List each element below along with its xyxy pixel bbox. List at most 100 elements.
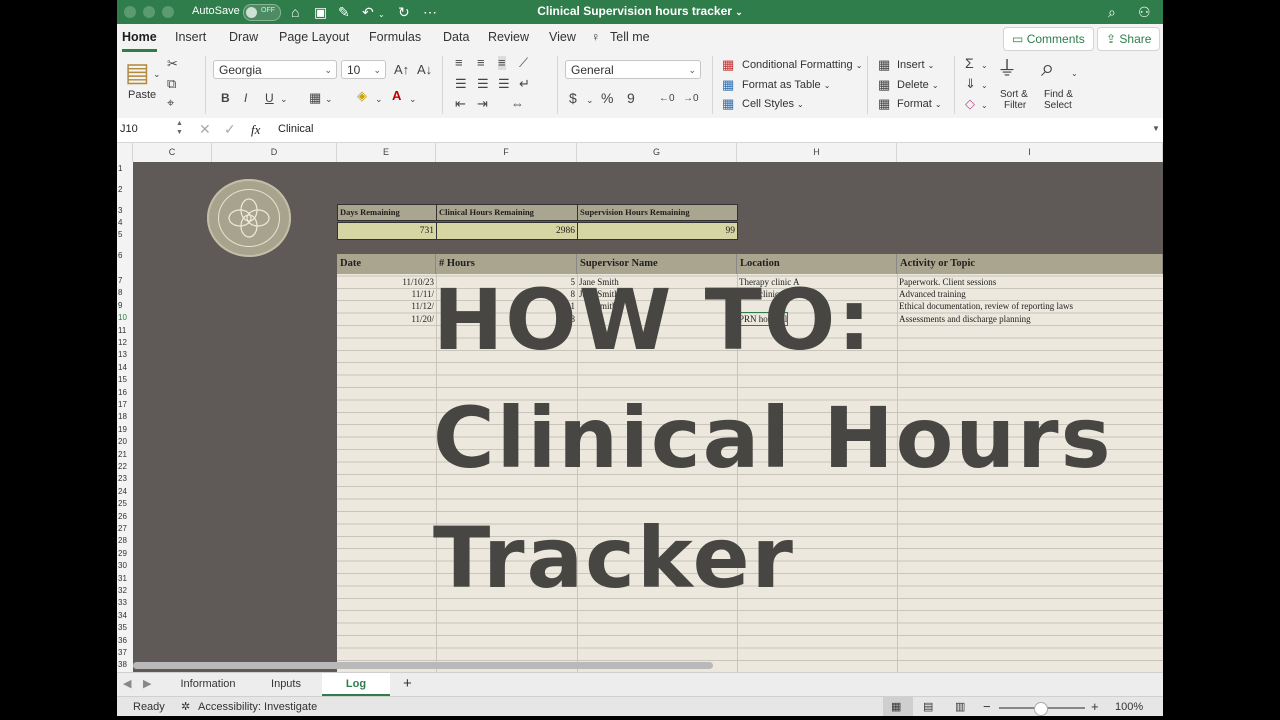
- increase-decimal-icon[interactable]: ←0: [659, 92, 675, 106]
- log-cell-date[interactable]: 11/12/: [337, 300, 434, 312]
- row-header[interactable]: 8: [117, 288, 133, 297]
- row-header[interactable]: 10: [117, 313, 133, 322]
- insert-cells-button[interactable]: Insert ⌄: [897, 59, 934, 71]
- row-header[interactable]: 13: [117, 350, 133, 359]
- log-cell-activity[interactable]: Paperwork. Client sessions: [899, 276, 996, 288]
- cancel-edit-icon[interactable]: ✕: [199, 121, 211, 138]
- decrease-indent-icon[interactable]: ⇤: [455, 97, 466, 111]
- delete-cells-icon[interactable]: ▦: [878, 78, 890, 92]
- next-sheet-icon[interactable]: ▶: [143, 677, 151, 690]
- find-select-label-1[interactable]: Find &: [1044, 89, 1073, 100]
- log-cell-activity[interactable]: Assessments and discharge planning: [899, 313, 1031, 325]
- find-select-dropdown-icon[interactable]: ⌄: [1071, 67, 1078, 81]
- format-cells-button[interactable]: Format ⌄: [897, 98, 942, 110]
- page-layout-view-icon[interactable]: ▤: [923, 700, 933, 713]
- page-break-view-icon[interactable]: ▥: [955, 700, 965, 713]
- row-header[interactable]: 37: [117, 648, 133, 657]
- currency-button[interactable]: $: [569, 91, 577, 105]
- cut-icon[interactable]: ✂: [167, 57, 178, 71]
- row-header[interactable]: 26: [117, 512, 133, 521]
- expand-formula-bar-icon[interactable]: ▼: [1152, 124, 1160, 133]
- underline-dropdown-icon[interactable]: ⌄: [280, 92, 288, 106]
- copy-icon[interactable]: ⧉: [167, 77, 176, 91]
- clear-icon[interactable]: ◇: [965, 97, 975, 111]
- percent-button[interactable]: %: [601, 91, 613, 105]
- tab-home[interactable]: Home: [122, 30, 157, 52]
- zoom-level[interactable]: 100%: [1115, 701, 1143, 713]
- row-header[interactable]: 11: [117, 326, 133, 335]
- find-select-icon[interactable]: ⌕: [1041, 56, 1054, 82]
- zoom-slider-thumb[interactable]: [1034, 702, 1048, 716]
- number-format-select[interactable]: General ⌄: [565, 60, 701, 79]
- comma-style-button[interactable]: 9: [627, 91, 635, 105]
- underline-button[interactable]: U: [265, 91, 274, 105]
- align-bottom-icon[interactable]: ≡: [498, 56, 506, 70]
- sort-filter-label-1[interactable]: Sort &: [1000, 89, 1028, 100]
- row-header[interactable]: 29: [117, 549, 133, 558]
- row-header[interactable]: 18: [117, 412, 133, 421]
- clear-dropdown-icon[interactable]: ⌄: [981, 99, 988, 113]
- row-header[interactable]: 36: [117, 636, 133, 645]
- search-icon[interactable]: ⌕: [1108, 3, 1116, 21]
- tab-data[interactable]: Data: [443, 30, 469, 44]
- sort-filter-icon[interactable]: ⏚: [997, 58, 1017, 80]
- wrap-text-icon[interactable]: ↵: [519, 77, 530, 91]
- autosum-icon[interactable]: Σ: [965, 56, 974, 70]
- row-header[interactable]: 30: [117, 561, 133, 570]
- log-cell-date[interactable]: 11/11/: [337, 288, 434, 300]
- italic-button[interactable]: I: [244, 91, 247, 105]
- increase-font-icon[interactable]: A↑: [394, 63, 409, 77]
- tab-insert[interactable]: Insert: [175, 30, 206, 44]
- cell-styles-button[interactable]: Cell Styles ⌄: [742, 98, 804, 110]
- log-cell-activity[interactable]: Ethical documentation, review of reporti…: [899, 300, 1073, 312]
- format-cells-icon[interactable]: ▦: [878, 97, 890, 111]
- row-header[interactable]: 31: [117, 574, 133, 583]
- column-header-i[interactable]: I: [897, 143, 1163, 162]
- horizontal-scrollbar[interactable]: [133, 662, 713, 669]
- formula-input[interactable]: Clinical: [278, 123, 313, 135]
- tab-review[interactable]: Review: [488, 30, 529, 44]
- format-painter-icon[interactable]: ⌖: [167, 96, 174, 110]
- borders-dropdown-icon[interactable]: ⌄: [325, 92, 333, 106]
- fill-dropdown-icon[interactable]: ⌄: [981, 79, 988, 93]
- column-header-c[interactable]: C: [133, 143, 212, 162]
- supervision-hours-remaining-value[interactable]: 99: [577, 222, 738, 240]
- share-button[interactable]: ⇪ Share: [1097, 27, 1161, 51]
- merge-center-icon[interactable]: ⇔: [511, 97, 524, 111]
- sheet-tab-inputs[interactable]: Inputs: [253, 673, 319, 696]
- add-sheet-button[interactable]: +: [403, 675, 412, 692]
- row-header[interactable]: 28: [117, 536, 133, 545]
- delete-cells-button[interactable]: Delete ⌄: [897, 79, 939, 91]
- font-color-dropdown-icon[interactable]: ⌄: [409, 92, 417, 106]
- tab-view[interactable]: View: [549, 30, 576, 44]
- font-size-select[interactable]: 10 ⌄: [341, 60, 386, 79]
- sheet-tab-log[interactable]: Log: [322, 673, 390, 696]
- row-header[interactable]: 35: [117, 623, 133, 632]
- borders-icon[interactable]: ▦: [309, 91, 321, 105]
- format-as-table-button[interactable]: Format as Table ⌄: [742, 79, 830, 91]
- find-select-label-2[interactable]: Select: [1044, 100, 1072, 111]
- previous-sheet-icon[interactable]: ◀: [123, 677, 131, 690]
- row-header[interactable]: 24: [117, 487, 133, 496]
- row-header[interactable]: 16: [117, 388, 133, 397]
- comments-button[interactable]: ▭ Comments: [1003, 27, 1094, 51]
- conditional-formatting-button[interactable]: Conditional Formatting ⌄: [742, 59, 862, 71]
- column-header-f[interactable]: F: [436, 143, 577, 162]
- tab-page-layout[interactable]: Page Layout: [279, 30, 349, 44]
- row-header[interactable]: 23: [117, 474, 133, 483]
- row-header[interactable]: 7: [117, 276, 133, 285]
- row-header[interactable]: 1: [117, 164, 133, 173]
- sheet-tab-information[interactable]: Information: [163, 673, 253, 696]
- accessibility-status[interactable]: Accessibility: Investigate: [198, 701, 317, 713]
- zoom-in-icon[interactable]: +: [1091, 699, 1099, 714]
- row-header[interactable]: 22: [117, 462, 133, 471]
- row-header[interactable]: 33: [117, 598, 133, 607]
- row-header[interactable]: 17: [117, 400, 133, 409]
- row-header[interactable]: 15: [117, 375, 133, 384]
- log-header-activity[interactable]: Activity or Topic: [897, 254, 1163, 274]
- tab-formulas[interactable]: Formulas: [369, 30, 421, 44]
- column-header-e[interactable]: E: [337, 143, 436, 162]
- row-header[interactable]: 3: [117, 206, 133, 215]
- paste-icon[interactable]: ▤: [125, 58, 150, 86]
- row-header[interactable]: 19: [117, 425, 133, 434]
